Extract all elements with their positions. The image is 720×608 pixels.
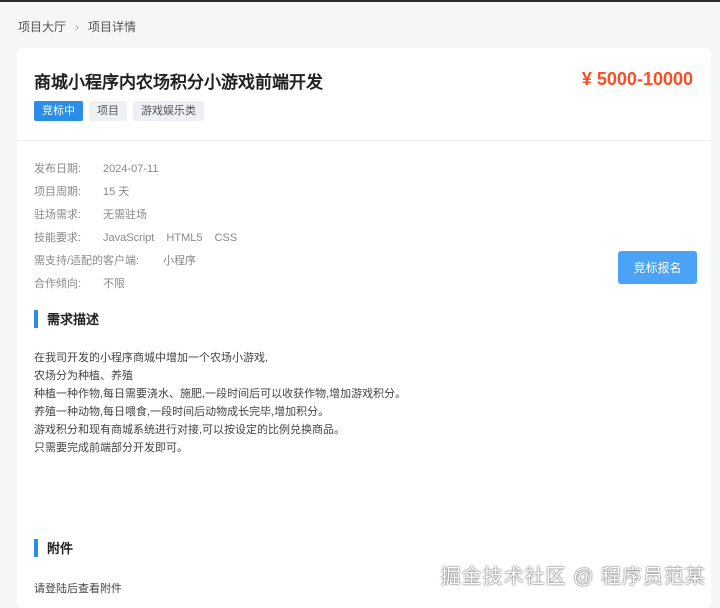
requirement-heading: 需求描述	[34, 309, 99, 328]
info-label: 发布日期:	[34, 163, 82, 175]
skill-item: JavaScript	[103, 232, 155, 244]
info-value: 不限	[103, 278, 125, 290]
project-budget: ¥ 5000-10000	[581, 69, 693, 89]
attachments-heading-text: 附件	[47, 541, 74, 556]
category-tag: 游戏娱乐类	[133, 101, 204, 121]
info-row-clients: 需支持/适配的客户端: 小程序	[34, 250, 246, 273]
skill-item: CSS	[214, 232, 238, 244]
description-line: 在我司开发的小程序商城中增加一个农场小游戏,	[34, 352, 269, 364]
breadcrumb-project-hall[interactable]: 项目大厅	[18, 18, 66, 35]
top-border	[0, 0, 720, 2]
skill-item: HTML5	[166, 232, 203, 244]
type-tag: 项目	[89, 101, 127, 121]
requirement-heading-text: 需求描述	[47, 312, 100, 327]
description-line: 养殖一种动物,每日喂食,一段时间后动物成长完毕,增加积分。	[34, 406, 330, 418]
chevron-right-icon: ›	[75, 19, 80, 34]
apply-bid-button[interactable]: 竞标报名	[618, 251, 697, 284]
project-info: 发布日期: 2024-07-11 项目周期: 15 天 驻场需求: 无需驻场 技…	[34, 158, 246, 296]
heading-accent-bar	[34, 538, 38, 557]
info-value: 15 天	[103, 186, 130, 198]
breadcrumb-project-detail: 项目详情	[88, 20, 137, 34]
requirement-description: 在我司开发的小程序商城中增加一个农场小游戏, 农场分为种植、养殖 种植一种作物,…	[34, 349, 406, 457]
info-label: 合作倾向:	[34, 278, 82, 290]
info-value: 小程序	[163, 255, 196, 267]
info-value: 2024-07-11	[103, 163, 159, 175]
info-row-publish-date: 发布日期: 2024-07-11	[34, 158, 246, 181]
tag-list: 竞标中 项目 游戏娱乐类	[34, 101, 204, 121]
description-line: 种植一种作物,每日需要浇水、施肥,一段时间后可以收获作物,增加游戏积分。	[34, 388, 407, 400]
description-line: 只需要完成前端部分开发即可。	[34, 442, 188, 454]
info-row-cooperation: 合作倾向: 不限	[34, 273, 246, 296]
info-label: 驻场需求:	[34, 209, 82, 221]
breadcrumb: 项目大厅 › 项目详情	[18, 18, 136, 35]
info-label: 项目周期:	[34, 186, 82, 198]
divider	[17, 140, 711, 141]
description-line: 游戏积分和现有商城系统进行对接,可以按设定的比例兑换商品。	[34, 424, 346, 436]
info-label: 需支持/适配的客户端:	[34, 255, 140, 267]
project-detail-card: 商城小程序内农场积分小游戏前端开发 ¥ 5000-10000 竞标中 项目 游戏…	[17, 48, 711, 608]
attachments-login-note: 请登陆后查看附件	[34, 583, 122, 595]
attachments-heading: 附件	[34, 538, 73, 557]
watermark: 掘金技术社区 @ 程序员范某	[440, 566, 706, 588]
project-title: 商城小程序内农场积分小游戏前端开发	[34, 73, 323, 92]
description-line: 农场分为种植、养殖	[34, 370, 133, 382]
info-row-skills: 技能要求: JavaScript HTML5 CSS	[34, 227, 246, 250]
info-label: 技能要求:	[34, 232, 82, 244]
skills-list: JavaScript HTML5 CSS	[103, 227, 246, 250]
status-badge: 竞标中	[34, 101, 83, 121]
info-row-period: 项目周期: 15 天	[34, 181, 246, 204]
heading-accent-bar	[34, 309, 38, 328]
info-row-onsite: 驻场需求: 无需驻场	[34, 204, 246, 227]
info-value: 无需驻场	[103, 209, 147, 221]
